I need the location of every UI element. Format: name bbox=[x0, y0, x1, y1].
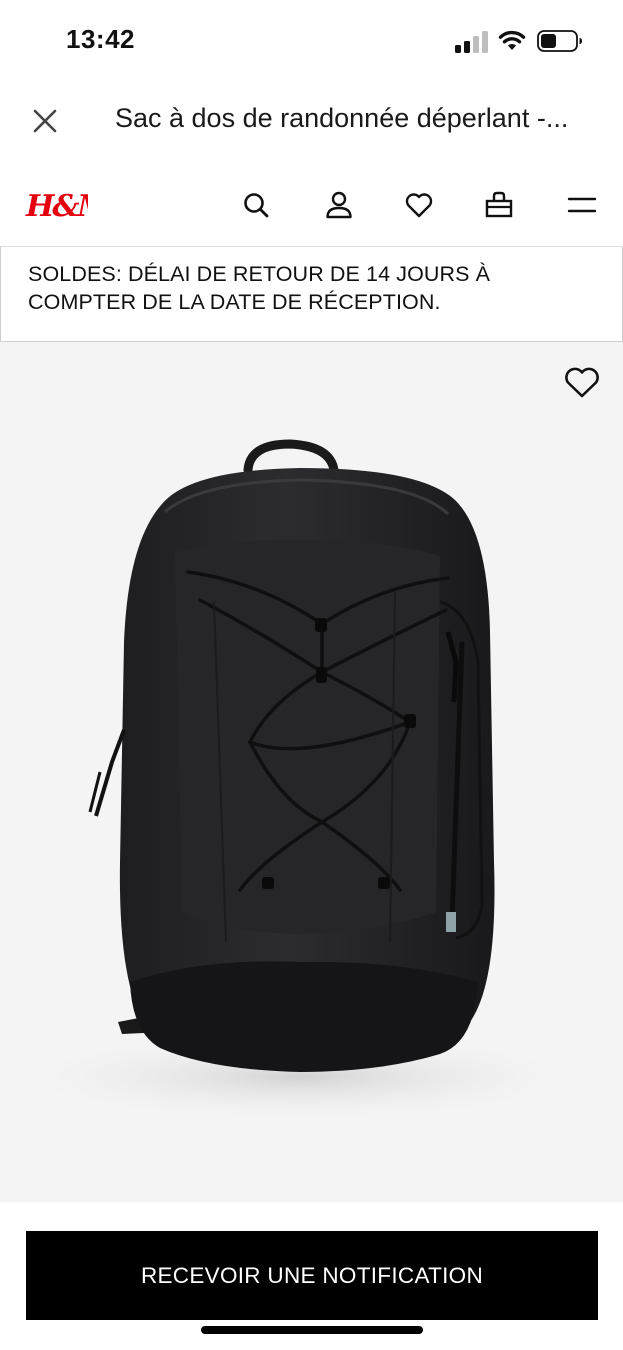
notify-button[interactable]: RECEVOIR UNE NOTIFICATION bbox=[26, 1231, 598, 1320]
status-bar: 13:42 bbox=[0, 0, 623, 84]
product-image[interactable] bbox=[0, 342, 623, 1202]
promo-line-1: SOLDES: DÉLAI DE RETOUR DE 14 JOURS À bbox=[28, 262, 491, 286]
account-icon[interactable] bbox=[324, 190, 354, 220]
promo-line-2: COMPTER DE LA DATE DE RÉCEPTION. bbox=[28, 290, 441, 314]
page-title: Sac à dos de randonnée déperlant -... bbox=[115, 103, 569, 133]
close-icon[interactable] bbox=[28, 104, 62, 138]
home-indicator bbox=[201, 1326, 423, 1334]
shopping-bag-icon[interactable] bbox=[484, 190, 514, 220]
site-header: H&M bbox=[0, 168, 623, 246]
cellular-signal-icon bbox=[455, 31, 488, 53]
wifi-icon bbox=[498, 30, 526, 50]
hm-logo[interactable]: H&M bbox=[24, 184, 88, 226]
menu-icon[interactable] bbox=[567, 190, 597, 220]
wishlist-heart-icon[interactable] bbox=[563, 364, 601, 400]
status-time: 13:42 bbox=[66, 24, 135, 54]
heart-icon[interactable] bbox=[404, 190, 434, 220]
svg-text:H&M: H&M bbox=[25, 189, 88, 224]
promo-banner[interactable]: SOLDES: DÉLAI DE RETOUR DE 14 JOURS À CO… bbox=[0, 246, 623, 342]
search-icon[interactable] bbox=[241, 190, 271, 220]
battery-icon bbox=[537, 30, 582, 52]
browser-bar: Sac à dos de randonnée déperlant -... bbox=[0, 84, 623, 158]
backpack-image bbox=[0, 439, 600, 1122]
